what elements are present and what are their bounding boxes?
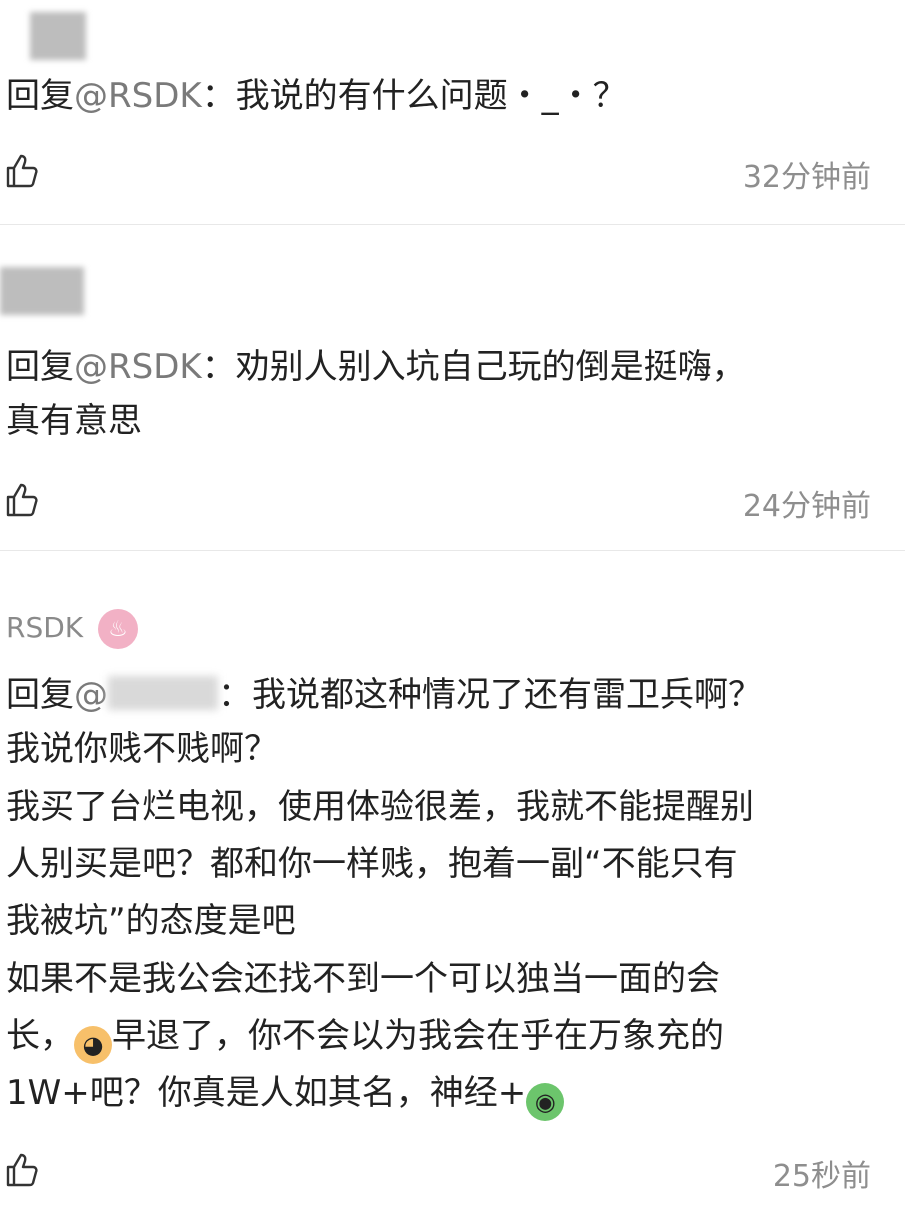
reply-prefix: 回复: [6, 675, 74, 715]
thumbs-up-icon[interactable]: [2, 479, 42, 519]
avatar-blurred[interactable]: [30, 12, 86, 60]
reply-body: ：我说的有什么问题・_・？: [201, 76, 627, 116]
text-segment: 早退了，你不会以为我会在乎在万象充的: [112, 1016, 724, 1056]
mention-link[interactable]: @: [74, 675, 108, 715]
frog-emoji-icon: ◉: [526, 1083, 565, 1121]
comment-text: 回复@RSDK：劝别人别入坑自己玩的倒是挺嗨，: [6, 347, 746, 387]
comment-text-line: 1W+吧？你真是人如其名，神经+ ◉: [6, 1073, 565, 1121]
comment-time: 24分钟前: [742, 489, 871, 524]
mention-link[interactable]: @RSDK: [74, 347, 202, 387]
comment-text-line: 我买了台烂电视，使用体验很差，我就不能提醒别: [6, 787, 754, 827]
comment-time: 25秒前: [772, 1159, 871, 1194]
comment-text: 回复@RSDK：我说的有什么问题・_・？: [6, 76, 627, 116]
mention-link[interactable]: @RSDK: [74, 76, 202, 116]
comment-3: RSDK ♨ 回复@ ：我说都这种情况了还有雷卫兵啊？ 我说你贱不贱啊？ 我买了台…: [0, 551, 905, 1210]
comment-text-line: 我说你贱不贱啊？: [6, 729, 278, 769]
reply-prefix: 回复: [6, 347, 74, 387]
old-man-emoji-icon: ◕: [74, 1026, 112, 1064]
comment-1: 回复@RSDK：我说的有什么问题・_・？ 32分钟前: [0, 0, 905, 225]
reply-prefix: 回复: [6, 76, 74, 116]
reply-body: ：我说都这种情况了还有雷卫兵啊？: [218, 675, 762, 715]
text-segment: 长，: [6, 1016, 74, 1056]
comment-text: 回复@ ：我说都这种情况了还有雷卫兵啊？: [6, 675, 762, 715]
text-segment: 1W+吧？你真是人如其名，神经+: [6, 1073, 527, 1113]
comment-time: 32分钟前: [742, 160, 871, 195]
thumbs-up-icon[interactable]: [2, 150, 42, 190]
username[interactable]: RSDK: [6, 611, 83, 644]
comment-text-line: 我被坑”的态度是吧: [6, 901, 296, 941]
comment-2: 回复@RSDK：劝别人别入坑自己玩的倒是挺嗨， 真有意思 24分钟前: [0, 225, 905, 551]
comment-text-line: 如果不是我公会还找不到一个可以独当一面的会: [6, 959, 720, 999]
thumbs-up-icon[interactable]: [2, 1149, 42, 1189]
comment-text-line: 人别买是吧？都和你一样贱，抱着一副“不能只有: [6, 844, 738, 884]
fire-badge-icon: ♨: [98, 609, 138, 649]
mention-blurred: [108, 676, 218, 710]
comment-text-line: 真有意思: [6, 401, 142, 441]
avatar-blurred[interactable]: [0, 267, 84, 315]
comment-text-line: 长， ◕ 早退了，你不会以为我会在乎在万象充的: [6, 1016, 724, 1064]
reply-body: ：劝别人别入坑自己玩的倒是挺嗨，: [201, 347, 746, 387]
